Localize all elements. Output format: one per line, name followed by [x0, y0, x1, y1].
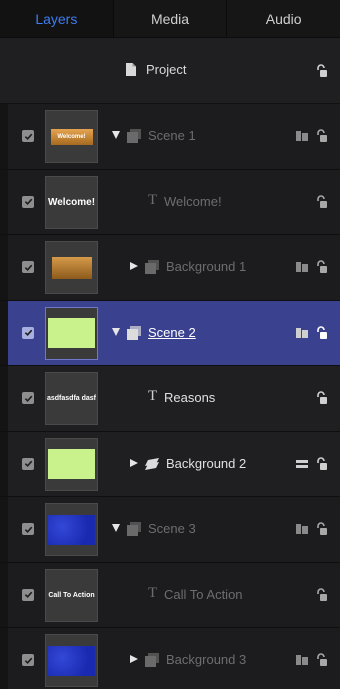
tab-media[interactable]: Media [114, 0, 228, 37]
tab-layers[interactable]: Layers [0, 0, 114, 37]
layer-thumbnail [45, 634, 98, 687]
row-gutter [0, 169, 8, 234]
row-gutter [0, 366, 8, 431]
visibility-checkbox[interactable] [22, 195, 34, 208]
visibility-checkbox[interactable] [22, 588, 34, 601]
text-layer-icon: T [148, 388, 158, 404]
layer-name[interactable]: Welcome! [164, 194, 222, 209]
disclosure-closed-icon[interactable] [130, 655, 138, 663]
layers-list: Welcome! Scene 1 Welcome! T Welcome! Backgrou… [0, 104, 340, 689]
document-icon [126, 63, 136, 76]
visibility-checkbox[interactable] [22, 654, 34, 666]
lock-icon[interactable] [314, 456, 328, 471]
visibility-checkbox[interactable] [22, 326, 34, 339]
lock-icon[interactable] [314, 325, 328, 340]
layer-name[interactable]: Scene 2 [148, 325, 196, 340]
lock-icon[interactable] [314, 64, 328, 78]
layer-name[interactable]: Scene 1 [148, 128, 196, 143]
lock-icon[interactable] [314, 587, 328, 602]
text-layer-icon: T [148, 584, 158, 601]
layer-row[interactable]: Welcome! T Welcome! [0, 169, 340, 235]
disclosure-open-icon[interactable] [112, 327, 120, 336]
disclosure-open-icon[interactable] [112, 131, 120, 139]
blend-mode-icon[interactable] [296, 458, 308, 470]
layer-name[interactable]: Background 1 [166, 259, 246, 274]
disclosure-closed-icon[interactable] [130, 458, 138, 467]
thumb-text: Call To Action [48, 591, 95, 599]
lock-icon[interactable] [314, 391, 328, 405]
layer-row[interactable]: Background 1 [0, 235, 340, 301]
layers-stack-icon [144, 456, 160, 472]
row-gutter [0, 431, 8, 496]
group-icon [126, 521, 142, 537]
lock-icon[interactable] [314, 653, 328, 667]
row-gutter [0, 628, 8, 689]
tab-audio[interactable]: Audio [227, 0, 340, 37]
isolate-icon[interactable] [296, 130, 308, 142]
isolate-icon[interactable] [296, 261, 308, 273]
group-icon [144, 652, 160, 668]
layer-thumbnail [45, 437, 98, 491]
disclosure-closed-icon[interactable] [130, 262, 138, 270]
text-layer-icon: T [148, 191, 158, 208]
tab-bar: Layers Media Audio [0, 0, 340, 38]
thumb-text: Welcome! [50, 128, 93, 145]
project-label: Project [146, 62, 187, 77]
layer-row[interactable]: Scene 2 [0, 300, 340, 366]
visibility-checkbox[interactable] [22, 457, 34, 470]
layer-row[interactable]: Background 3 [0, 628, 340, 689]
lock-icon[interactable] [314, 260, 328, 274]
layer-thumbnail: Welcome! [45, 175, 98, 229]
layer-name[interactable]: Call To Action [164, 587, 243, 602]
layer-thumbnail: Welcome! [45, 110, 98, 163]
row-gutter [0, 562, 8, 627]
lock-icon[interactable] [314, 194, 328, 209]
disclosure-open-icon[interactable] [112, 524, 120, 532]
lock-icon[interactable] [314, 129, 328, 143]
isolate-icon[interactable] [296, 523, 308, 535]
row-gutter [0, 300, 8, 365]
layer-row[interactable]: Scene 3 [0, 497, 340, 563]
layer-name[interactable]: Background 2 [166, 456, 246, 471]
layer-thumbnail: Call To Action [45, 568, 98, 622]
project-item: Project [126, 62, 186, 77]
row-gutter [0, 104, 8, 169]
visibility-checkbox[interactable] [22, 523, 34, 535]
layer-name[interactable]: Background 3 [166, 652, 246, 667]
isolate-icon[interactable] [296, 654, 308, 666]
layer-thumbnail [45, 241, 98, 294]
layer-row[interactable]: asdfasdfa dasf T Reasons [0, 366, 340, 432]
layer-thumbnail: asdfasdfa dasf [45, 372, 98, 425]
thumb-text: Welcome! [47, 196, 96, 208]
group-icon [126, 128, 142, 144]
layer-row[interactable]: Call To Action T Call To Action [0, 562, 340, 628]
isolate-icon[interactable] [296, 327, 308, 339]
layer-row[interactable]: Background 2 [0, 431, 340, 497]
lock-icon[interactable] [314, 522, 328, 536]
group-icon [144, 259, 160, 275]
layer-thumbnail [45, 503, 98, 556]
project-row[interactable]: Project [0, 38, 340, 104]
layer-row[interactable]: Welcome! Scene 1 [0, 104, 340, 170]
layer-name[interactable]: Reasons [164, 390, 215, 405]
group-icon [126, 325, 142, 341]
layer-thumbnail [45, 306, 98, 360]
visibility-checkbox[interactable] [22, 392, 34, 404]
visibility-checkbox[interactable] [22, 130, 34, 142]
row-gutter [0, 497, 8, 562]
visibility-checkbox[interactable] [22, 261, 34, 273]
thumb-text: asdfasdfa dasf [46, 395, 97, 402]
row-gutter [0, 235, 8, 300]
layer-name[interactable]: Scene 3 [148, 521, 196, 536]
